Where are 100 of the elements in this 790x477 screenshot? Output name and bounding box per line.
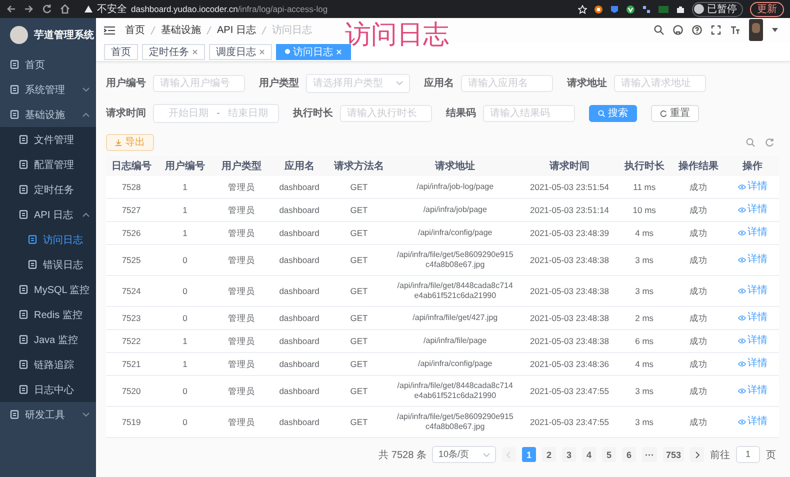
menu-item[interactable]: 访问日志 [0, 227, 96, 252]
table-cell: 3 ms [618, 406, 671, 438]
menu-item[interactable]: 研发工具 [0, 402, 96, 427]
page-button[interactable]: 6 [622, 447, 636, 462]
page-unit-label: 页 [766, 448, 776, 462]
table-cell: 7522 [106, 330, 157, 352]
column-header: 请求方法名 [328, 156, 390, 176]
tab[interactable]: 首页 [104, 44, 138, 60]
extension-icon[interactable] [626, 4, 635, 14]
menu-item[interactable]: Redis 监控 [0, 302, 96, 327]
table-cell: 0 [156, 276, 214, 306]
table-cell: 管理员 [213, 276, 270, 306]
chevron-right-icon [694, 450, 700, 458]
table-cell: GET [328, 244, 390, 276]
menu-item[interactable]: 错误日志 [0, 252, 96, 277]
breadcrumb-link[interactable]: API 日志 [217, 23, 256, 37]
table-cell: GET [328, 330, 390, 352]
menu-item[interactable]: 文件管理 [0, 127, 96, 152]
reset-button[interactable]: 重置 [651, 104, 699, 122]
caret-icon [482, 452, 490, 456]
page-button[interactable]: 3 [562, 447, 576, 462]
table-cell: 管理员 [213, 376, 270, 406]
table-cell: 成功 [670, 198, 726, 222]
table-cell: 7519 [106, 406, 157, 438]
document-icon [19, 185, 28, 194]
field-label: 用户类型 [259, 76, 299, 90]
menu-item[interactable]: 首页 [0, 52, 96, 77]
eye-icon [738, 288, 746, 294]
table-cell: 3 ms [618, 244, 671, 276]
document-icon [28, 260, 37, 269]
menu-item[interactable]: 定时任务 [0, 177, 96, 202]
table-cell: 成功 [670, 376, 726, 406]
table-cell: 2021-05-03 23:47:55 [520, 406, 618, 438]
table-cell: 1 [156, 330, 214, 352]
address-bar[interactable]: 不安全 dashboard.yudao.iocoder.cn/infra/log/api-access-log [78, 2, 334, 16]
puzzle-icon[interactable] [676, 4, 685, 14]
profile-button[interactable]: 已暂停 [692, 2, 743, 16]
document-icon [19, 360, 28, 369]
table-cell: 2021-05-03 23:48:38 [520, 244, 618, 276]
menu-item[interactable]: API 日志 [0, 202, 96, 227]
table-cell: GET [328, 306, 390, 330]
search-icon[interactable] [654, 25, 664, 35]
table-cell: 7524 [106, 276, 157, 306]
page-button[interactable]: 2 [542, 447, 556, 462]
extension-icon[interactable] [642, 4, 651, 14]
security-label: 不安全 [97, 2, 127, 16]
refresh-icon[interactable] [765, 138, 774, 146]
table-cell: 0 [156, 376, 214, 406]
page-button[interactable]: 4 [582, 447, 596, 462]
close-icon[interactable] [192, 48, 198, 54]
column-header: 执行时长 [618, 156, 671, 176]
tab[interactable]: 定时任务 [142, 44, 205, 60]
document-icon [10, 60, 19, 69]
search-icon [598, 110, 605, 116]
tab[interactable]: 调度日志 [209, 44, 272, 60]
document-icon [19, 210, 28, 219]
page-number-field[interactable]: 1 [736, 446, 760, 463]
table-cell: /api/infra/config/page [389, 352, 521, 376]
table-cell: dashboard [270, 276, 329, 306]
avatar-icon [694, 4, 704, 14]
column-header: 用户编号 [156, 156, 214, 176]
help-icon[interactable] [692, 25, 702, 35]
table-cell: GET [328, 352, 390, 376]
table-cell: 管理员 [213, 176, 270, 198]
text-size-icon[interactable] [730, 25, 740, 35]
slash-icon [150, 26, 156, 34]
menu-icon[interactable] [104, 26, 115, 34]
page-size-select[interactable]: 10条/页 [432, 446, 496, 463]
forward-icon[interactable] [24, 4, 34, 14]
menu-item[interactable]: 日志中心 [0, 377, 96, 402]
table-cell: /api/infra/file/get/5e8609290e915c4fa8b08e67.jpg [389, 244, 521, 276]
table-cell: 2021-05-03 23:48:38 [520, 276, 618, 306]
menu-item[interactable]: Java 监控 [0, 327, 96, 352]
table-cell: 成功 [670, 406, 726, 438]
next-page-button[interactable] [690, 447, 704, 462]
warning-icon [84, 5, 93, 13]
fullscreen-icon[interactable] [711, 25, 721, 35]
home-icon[interactable] [60, 4, 70, 14]
update-button[interactable]: 更新 [750, 2, 784, 16]
table-cell: 2 ms [618, 306, 671, 330]
table-cell: 4 ms [618, 352, 671, 376]
caret-icon [396, 81, 403, 85]
page-button[interactable]: 753 [662, 447, 684, 462]
menu-item[interactable]: 链路追踪 [0, 352, 96, 377]
avatar-icon[interactable] [749, 19, 763, 41]
back-icon[interactable] [6, 4, 16, 14]
column-header: 请求地址 [389, 156, 521, 176]
menu-item[interactable]: 配置管理 [0, 152, 96, 177]
page-button[interactable]: ··· [642, 447, 657, 462]
table-cell: /api/infra/config/page [389, 222, 521, 244]
menu-item[interactable]: MySQL 监控 [0, 277, 96, 302]
breadcrumb-link[interactable]: 首页 [125, 23, 145, 37]
close-icon[interactable] [259, 48, 265, 54]
breadcrumb-link[interactable]: 基础设施 [161, 23, 201, 37]
reload-icon[interactable] [42, 4, 52, 14]
caret-icon[interactable] [772, 28, 778, 32]
menu-item[interactable]: 系统管理 [0, 77, 96, 102]
menu-item[interactable]: 基础设施 [0, 102, 96, 127]
star-icon[interactable] [578, 4, 587, 14]
page-button[interactable]: 5 [602, 447, 616, 462]
